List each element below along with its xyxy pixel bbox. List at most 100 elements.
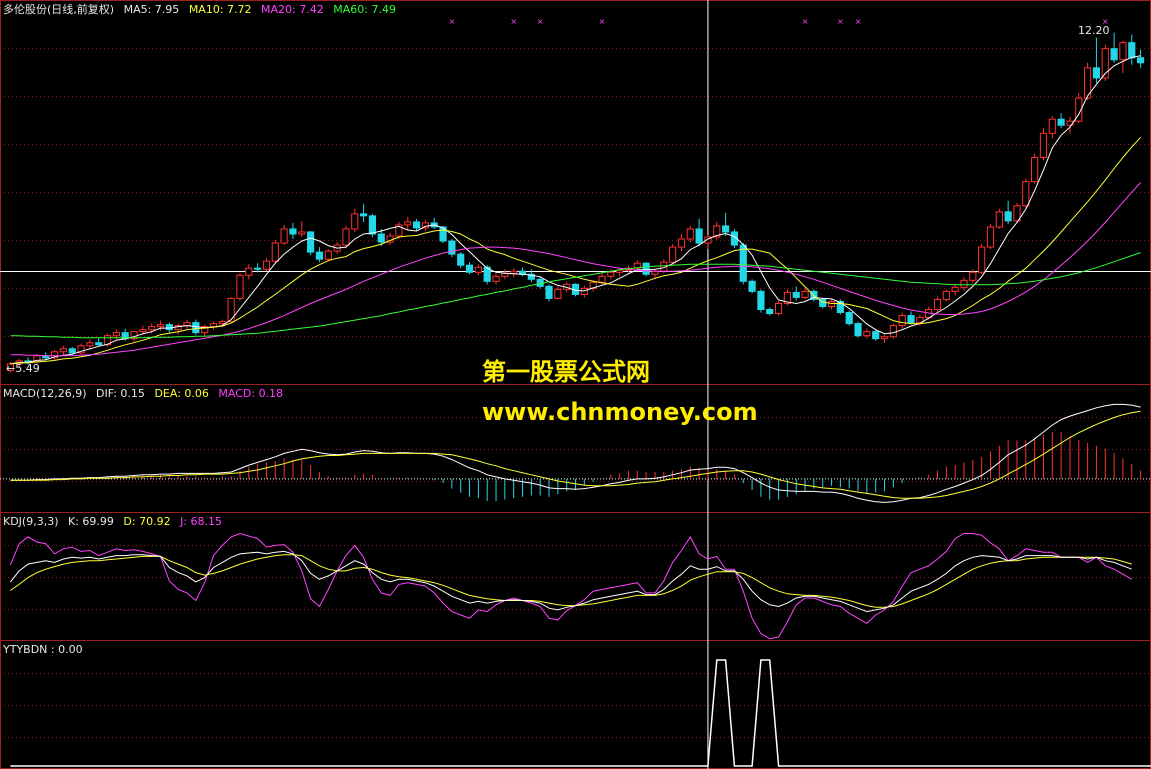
candle-body (739, 244, 747, 282)
candle-body (324, 250, 332, 260)
high-price-label: 12.20 (1078, 24, 1110, 37)
candle-body (307, 231, 315, 253)
candle-body (1136, 57, 1145, 64)
candle-body (801, 290, 809, 298)
candle-body (978, 246, 986, 273)
candle-body (642, 262, 650, 275)
candle-body (492, 275, 500, 282)
candle-body (59, 348, 67, 353)
candle-body (1119, 42, 1127, 61)
candle-body (554, 288, 562, 299)
candle-body (695, 228, 703, 244)
candle-body (995, 211, 1003, 228)
macd-panel-header: MACD(12,26,9) DIF: 0.15 DEA: 0.06 MACD: … (3, 387, 289, 401)
candle-body (1057, 118, 1065, 126)
signal-marker: × (510, 17, 517, 26)
candle-body (465, 264, 474, 273)
candle-body (412, 221, 421, 229)
watermark-url: www.chnmoney.com (482, 398, 758, 426)
low-price-text: ←5.49 (6, 362, 40, 375)
candle-body (236, 274, 244, 299)
candle-body (209, 323, 218, 328)
candle-body (757, 290, 765, 311)
candle-body (722, 225, 730, 233)
candle-body (969, 271, 977, 281)
macd-panel-title: MACD(12,26,9) (3, 387, 87, 400)
signal-marker: × (855, 17, 862, 26)
candle-body (854, 323, 862, 337)
candle-body (262, 260, 271, 270)
candle-body (342, 228, 350, 246)
kdj-panel-header: KDJ(9,3,3) K: 69.99 D: 70.92 J: 68.15 (3, 515, 228, 529)
candle-body (1048, 118, 1056, 134)
candle-body (607, 271, 615, 277)
candle-body (1022, 181, 1030, 207)
dea-readout: DEA: 0.06 (154, 387, 209, 400)
signal-marker: × (599, 17, 606, 26)
candle-body (792, 291, 800, 298)
candle-body (933, 298, 942, 311)
signal-marker: × (802, 17, 809, 26)
candle-body (148, 326, 156, 331)
candle-body (872, 331, 880, 340)
candle-body (677, 238, 686, 248)
candle-body (748, 280, 756, 292)
candle-body (68, 348, 76, 354)
ma20-readout: MA20: 7.42 (261, 3, 324, 16)
candle-body (165, 324, 173, 331)
candle-body (139, 329, 147, 333)
ma60-readout: MA60: 7.49 (333, 3, 396, 16)
candle-body (951, 286, 959, 292)
candle-body (156, 324, 165, 328)
candle-body (1039, 132, 1048, 158)
candle-body (1110, 48, 1118, 61)
candle-body (112, 332, 120, 337)
j-readout: J: 68.15 (180, 515, 223, 528)
signal-marker: × (537, 17, 544, 26)
candle-body (669, 246, 677, 263)
candle-body (218, 321, 226, 325)
candle-body (1031, 156, 1039, 183)
candle-body (545, 285, 553, 299)
candle-body (377, 233, 385, 243)
candle-body (510, 270, 518, 274)
ma10-readout: MA10: 7.72 (188, 3, 252, 16)
candle-body (95, 342, 103, 346)
main-panel-title: 多伦股份(日线,前复权) (3, 3, 115, 16)
dif-readout: DIF: 0.15 (96, 387, 145, 400)
ytybdn-readout: YTYBDN : 0.00 (3, 643, 83, 656)
candle-body (598, 275, 606, 283)
candle-body (845, 312, 853, 325)
signal-marker: × (449, 17, 456, 26)
candle-body (368, 215, 377, 235)
main-panel-header: 多伦股份(日线,前复权) MA5: 7.95 MA10: 7.72 MA20: … (3, 3, 402, 17)
signal-marker: × (837, 17, 844, 26)
candle-body (192, 322, 200, 334)
candle-body (1092, 67, 1101, 79)
ytybdn-panel-header: YTYBDN : 0.00 (3, 643, 89, 657)
candle-body (1004, 211, 1012, 222)
candle-body (227, 297, 235, 323)
candle-body (457, 253, 465, 266)
candle-body (774, 302, 783, 315)
k-readout: K: 69.99 (68, 515, 114, 528)
candle-body (86, 342, 94, 347)
candle-body (289, 228, 297, 235)
candle-body (404, 221, 412, 226)
d-readout: D: 70.92 (123, 515, 171, 528)
candle-body (686, 228, 694, 240)
candle-body (360, 213, 368, 217)
low-price-label: ←5.49 (6, 362, 40, 375)
candle-body (960, 279, 968, 288)
candle-body (280, 228, 288, 244)
ma5-readout: MA5: 7.95 (123, 3, 180, 16)
candle-body (863, 331, 871, 337)
candle-body (245, 267, 253, 276)
high-price-text: 12.20 (1078, 24, 1110, 37)
candle-body (351, 213, 359, 230)
macd-readout: MACD: 0.18 (218, 387, 284, 400)
candle-body (907, 315, 915, 324)
candle-body (315, 251, 324, 260)
candle-body (942, 290, 950, 300)
candle-body (448, 240, 456, 255)
